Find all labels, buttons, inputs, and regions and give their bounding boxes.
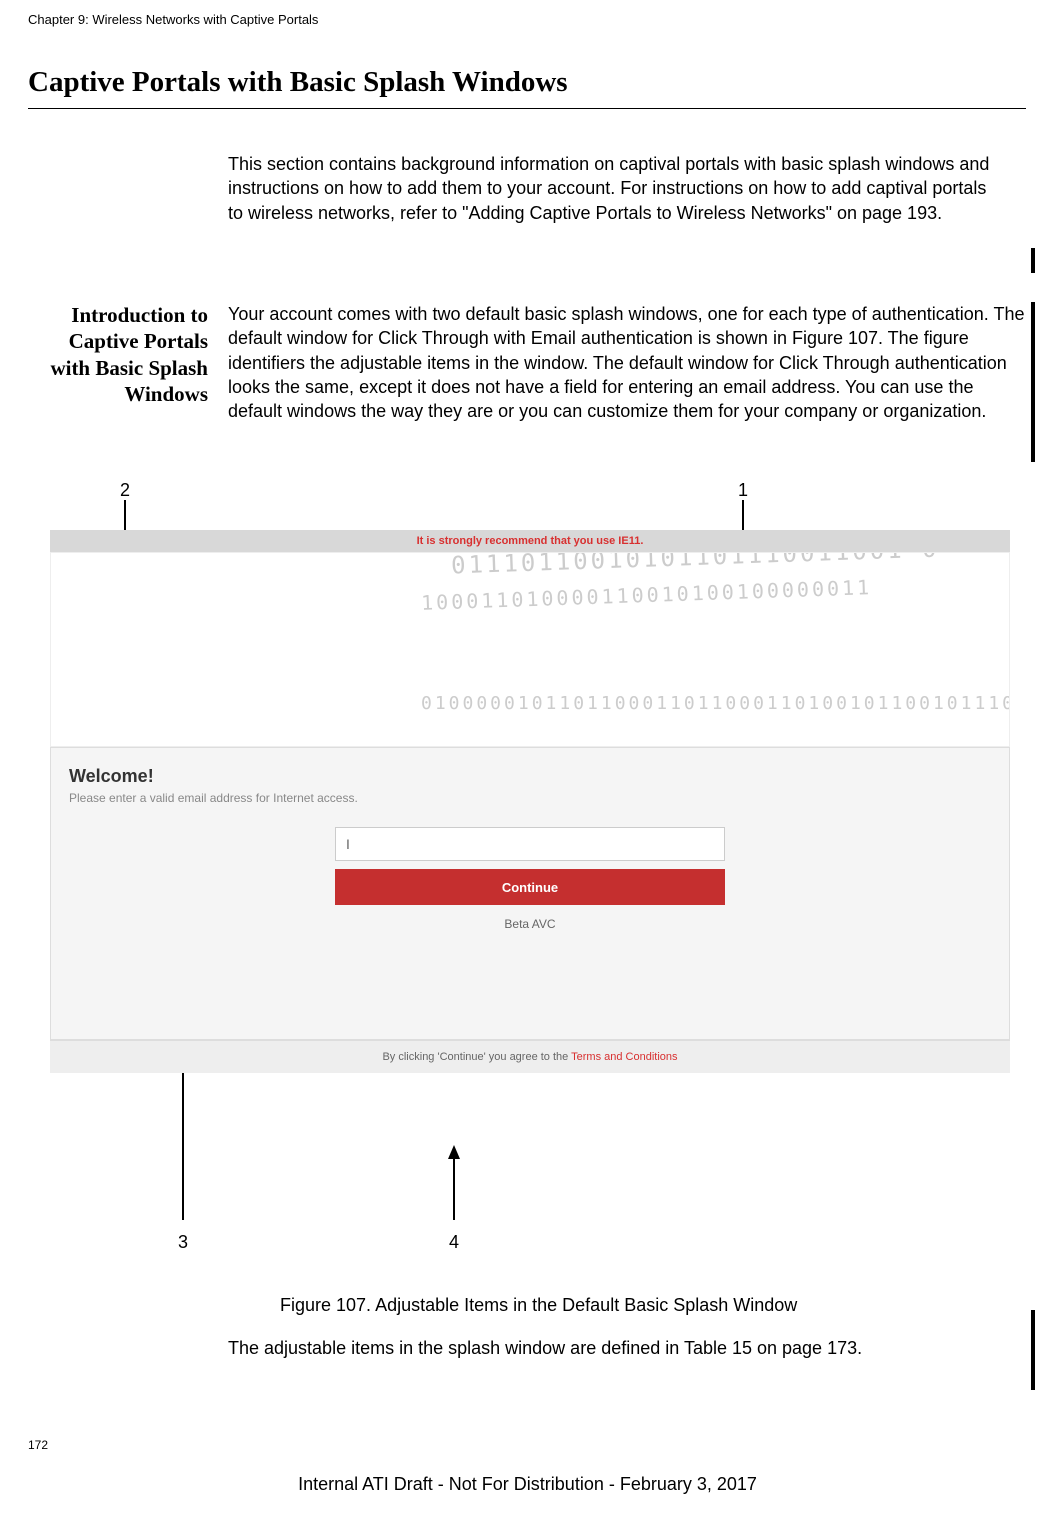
title-rule (28, 108, 1026, 109)
figure-caption: Figure 107. Adjustable Items in the Defa… (280, 1295, 797, 1316)
banner-image: 01110110010101101110011001 0 10001101000… (50, 552, 1010, 747)
section-title: Captive Portals with Basic Splash Window… (28, 66, 568, 99)
browser-recommendation-bar: It is strongly recommend that you use IE… (50, 530, 1010, 552)
callout-label-1: 1 (738, 480, 748, 501)
change-bar (1031, 302, 1035, 462)
change-bar (1031, 248, 1035, 273)
subsection-title: Introduction to Captive Portals with Bas… (28, 302, 208, 407)
terms-link[interactable]: Terms and Conditions (571, 1051, 677, 1063)
terms-prefix: By clicking 'Continue' you agree to the (382, 1051, 571, 1063)
welcome-subtext: Please enter a valid email address for I… (69, 791, 991, 805)
intro-paragraph: This section contains background informa… (228, 152, 998, 225)
continue-button[interactable]: Continue (335, 869, 725, 905)
post-figure-paragraph: The adjustable items in the splash windo… (228, 1336, 998, 1360)
chapter-header: Chapter 9: Wireless Networks with Captiv… (28, 12, 318, 27)
splash-screenshot: It is strongly recommend that you use IE… (50, 530, 1010, 1073)
below-button-label: Beta AVC (335, 917, 725, 931)
subsection-paragraph: Your account comes with two default basi… (228, 302, 1028, 423)
decorative-binary: 0100000101101100011011000110100101100101… (421, 693, 1010, 714)
callout-label-3: 3 (178, 1232, 188, 1253)
change-bar (1031, 1310, 1035, 1390)
callout-label-4: 4 (449, 1232, 459, 1253)
draft-footer: Internal ATI Draft - Not For Distributio… (0, 1474, 1055, 1495)
page-number: 172 (28, 1438, 48, 1452)
arrowhead-icon (448, 1145, 460, 1159)
welcome-heading: Welcome! (69, 766, 991, 787)
callout-arrow (453, 1155, 455, 1220)
email-field[interactable] (335, 827, 725, 861)
login-form-panel: Welcome! Please enter a valid email addr… (50, 747, 1010, 1040)
decorative-binary: 100011010000110010100100000011 (421, 575, 873, 615)
callout-label-2: 2 (120, 480, 130, 501)
terms-footer: By clicking 'Continue' you agree to the … (50, 1040, 1010, 1073)
